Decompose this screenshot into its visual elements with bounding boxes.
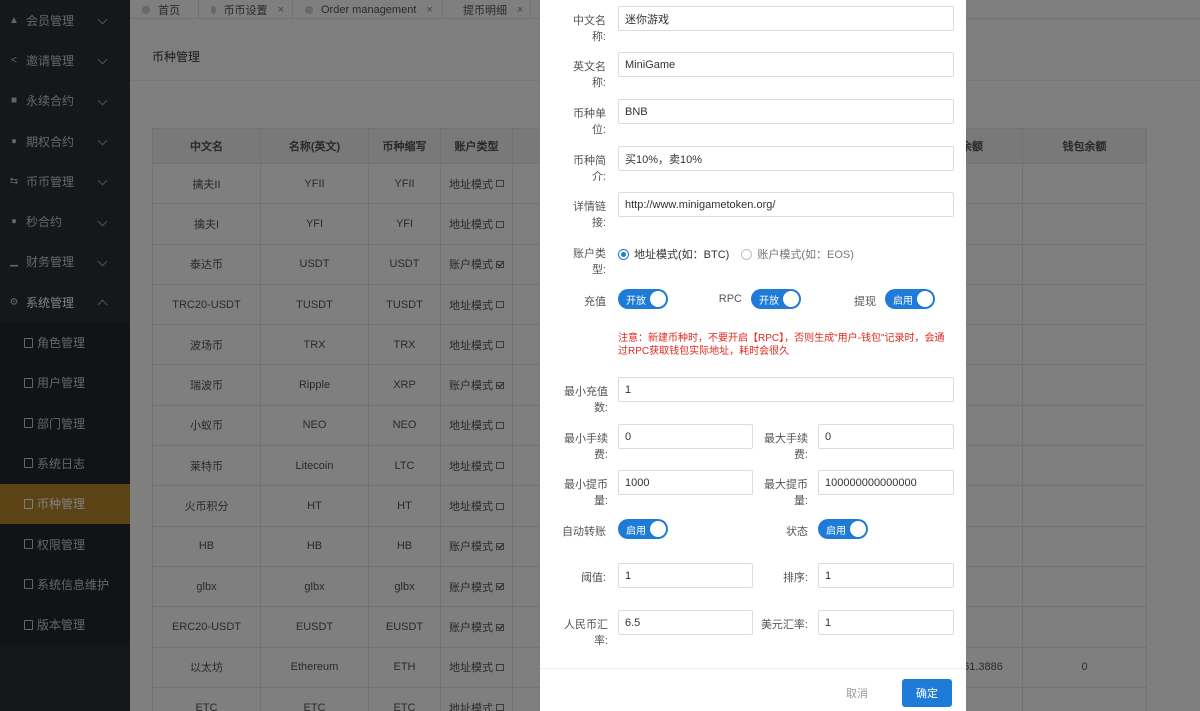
sort-input[interactable]: 1 xyxy=(818,563,954,588)
max-fee-input[interactable]: 0 xyxy=(818,424,954,449)
max-fee-label: 最大手续费: xyxy=(764,433,808,461)
edit-coin-dialog: 中文名称: 迷你游戏 英文名称: MiniGame 币种单位: BNB 币种简介… xyxy=(540,0,966,711)
rpc-toggle-text: 开放 xyxy=(759,295,779,307)
dialog-footer-divider xyxy=(540,668,966,669)
radio-account-mode[interactable] xyxy=(741,248,753,260)
intro-input[interactable]: 买10%，卖10% xyxy=(618,146,954,171)
deposit-label: 充值 xyxy=(584,296,606,308)
threshold-input[interactable]: 1 xyxy=(618,563,753,588)
min-withdraw-input[interactable]: 1000 xyxy=(618,470,753,495)
account-type-radio-group: 地址模式(如：BTC) 账户模式(如：EOS) xyxy=(618,246,866,262)
unit-input[interactable]: BNB xyxy=(618,99,954,124)
cn-name-label: 中文名称: xyxy=(573,15,606,43)
auto-transfer-toggle[interactable]: 启用 xyxy=(618,519,668,539)
min-fee-label: 最小手续费: xyxy=(564,433,608,461)
sort-label: 排序: xyxy=(782,572,808,584)
radio-address-mode[interactable] xyxy=(618,248,629,260)
min-withdraw-label: 最小提币量: xyxy=(564,479,608,507)
withdraw-toggle-text: 启用 xyxy=(893,295,913,307)
status-toggle-text: 启用 xyxy=(826,525,846,537)
toggle-knob xyxy=(850,521,866,537)
max-withdraw-label: 最大提币量: xyxy=(764,479,808,507)
auto-transfer-toggle-text: 启用 xyxy=(626,525,646,537)
radio-address-label[interactable]: 地址模式(如：BTC) xyxy=(634,246,729,262)
min-deposit-label: 最小充值数: xyxy=(564,386,608,414)
threshold-label: 阈值: xyxy=(580,572,606,584)
cny-rate-label: 人民币汇率: xyxy=(564,619,608,647)
link-label: 详情链接: xyxy=(573,201,606,229)
status-toggle[interactable]: 启用 xyxy=(818,519,868,539)
deposit-toggle[interactable]: 开放 xyxy=(618,289,668,309)
en-name-input[interactable]: MiniGame xyxy=(618,52,954,77)
intro-label: 币种简介: xyxy=(573,155,606,183)
cancel-button[interactable]: 取消 xyxy=(846,685,868,701)
toggle-knob xyxy=(783,291,799,307)
rpc-toggle[interactable]: 开放 xyxy=(751,289,801,309)
min-fee-input[interactable]: 0 xyxy=(618,424,753,449)
max-withdraw-input[interactable]: 100000000000000 xyxy=(818,470,954,495)
confirm-button[interactable]: 确定 xyxy=(902,679,952,707)
usd-rate-input[interactable]: 1 xyxy=(818,610,954,635)
withdraw-toggle[interactable]: 启用 xyxy=(885,289,935,309)
withdraw-label: 提现 xyxy=(854,296,876,308)
usd-rate-label: 美元汇率: xyxy=(760,619,808,631)
cn-name-input[interactable]: 迷你游戏 xyxy=(618,6,954,31)
unit-label: 币种单位: xyxy=(573,108,606,136)
auto-transfer-label: 自动转账 xyxy=(562,526,606,538)
min-deposit-input[interactable]: 1 xyxy=(618,377,954,402)
toggle-knob xyxy=(650,291,666,307)
rpc-notice: 注意：新建币种时，不要开启【RPC】，否则生成"用户-钱包"记录时，会通过RPC… xyxy=(618,333,945,357)
rpc-label: RPC xyxy=(718,293,742,305)
toggle-knob xyxy=(917,291,933,307)
link-input[interactable]: http://www.minigametoken.org/ xyxy=(618,192,954,217)
radio-account-label[interactable]: 账户模式(如：EOS) xyxy=(757,246,854,262)
toggle-knob xyxy=(650,521,666,537)
account-type-label: 账户类型: xyxy=(573,248,606,276)
status-label: 状态 xyxy=(786,526,808,538)
cny-rate-input[interactable]: 6.5 xyxy=(618,610,753,635)
deposit-toggle-text: 开放 xyxy=(626,295,646,307)
en-name-label: 英文名称: xyxy=(573,61,606,89)
